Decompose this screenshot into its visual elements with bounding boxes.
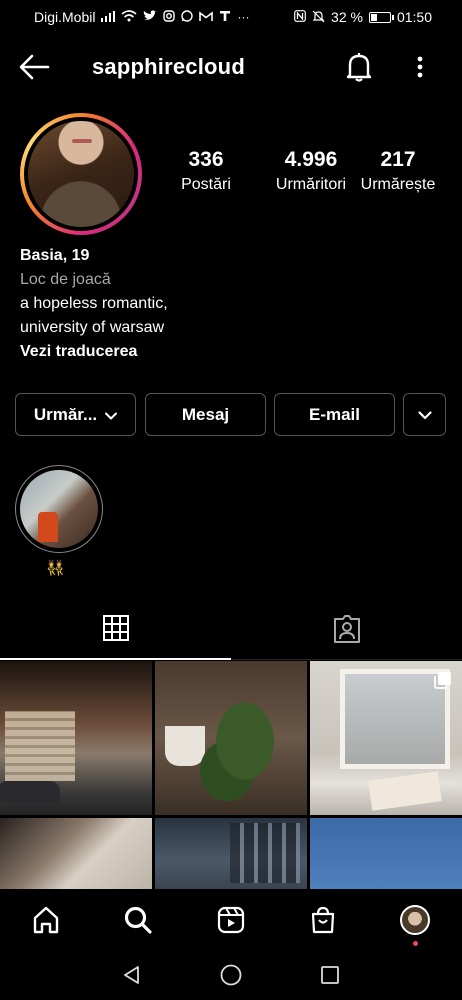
status-bar: Digi.Mobil ··· 32 % 01:50 — [0, 0, 462, 34]
highlight-label[interactable]: 👯 — [46, 559, 65, 577]
gmail-icon — [199, 10, 214, 24]
post-thumbnail[interactable] — [0, 818, 152, 889]
nfc-icon — [294, 10, 306, 24]
bio-line: university of warsaw — [20, 319, 165, 336]
tab-tagged[interactable] — [231, 602, 462, 660]
stat-label: Urmărește — [360, 176, 436, 193]
profile-bio: Basia, 19 Loc de joacă a hopeless romant… — [20, 244, 168, 364]
bell-icon[interactable] — [342, 50, 376, 84]
system-recents-icon[interactable] — [318, 963, 342, 987]
status-left: Digi.Mobil ··· — [34, 9, 249, 25]
mute-icon — [312, 10, 325, 25]
chevron-down-icon — [105, 405, 118, 425]
reels-icon[interactable] — [214, 903, 248, 937]
suggested-accounts-button[interactable] — [403, 393, 446, 436]
stat-label: Urmăritori — [275, 176, 347, 193]
profile-tabs — [0, 602, 462, 660]
story-highlight[interactable] — [15, 465, 103, 553]
grid-icon — [102, 614, 130, 647]
clock: 01:50 — [396, 9, 432, 25]
post-thumbnail[interactable] — [0, 661, 152, 815]
system-back-icon[interactable] — [120, 963, 144, 987]
avatar-photo — [28, 121, 134, 227]
profile-category: Loc de joacă — [20, 271, 111, 288]
stat-label: Postări — [181, 176, 231, 193]
post-thumbnail[interactable] — [155, 818, 307, 889]
followers-count[interactable]: 4.996 Urmăritori — [256, 148, 366, 194]
following-button[interactable]: Urmăr... — [15, 393, 136, 436]
stat-value: 217 — [380, 148, 416, 171]
shop-icon[interactable] — [306, 903, 340, 937]
whatsapp-icon — [181, 10, 194, 24]
bio-line: a hopeless romantic, — [20, 295, 168, 312]
t-app-icon — [219, 10, 231, 24]
instagram-status-icon — [163, 10, 176, 24]
battery-percent: 32 % — [331, 9, 363, 25]
profile-avatar[interactable] — [20, 113, 142, 235]
post-thumbnail[interactable] — [310, 661, 462, 815]
highlight-cover — [20, 470, 98, 548]
post-thumbnail[interactable] — [310, 818, 462, 889]
profile-header: sapphirecloud — [0, 44, 462, 90]
following-button-label: Urmăr... — [33, 404, 98, 424]
more-notifications-icon: ··· — [237, 10, 250, 24]
message-button[interactable]: Mesaj — [145, 393, 266, 436]
avatar-inner — [24, 117, 138, 231]
tagged-icon — [332, 614, 362, 649]
display-name: Basia, 19 — [20, 247, 90, 264]
following-count[interactable]: 217 Urmărește — [352, 148, 444, 194]
home-icon[interactable] — [29, 903, 63, 937]
tab-posts-grid[interactable] — [0, 602, 231, 660]
email-button[interactable]: E-mail — [274, 393, 395, 436]
posts-grid — [0, 661, 462, 889]
system-home-icon[interactable] — [219, 963, 243, 987]
see-translation-link[interactable]: Vezi traducerea — [20, 340, 168, 364]
signal-icon — [101, 10, 116, 24]
battery-icon — [368, 11, 394, 23]
multi-post-icon — [434, 671, 452, 689]
twitter-icon — [143, 10, 158, 24]
bottom-nav — [0, 889, 462, 951]
more-vertical-icon[interactable] — [410, 52, 430, 82]
status-right: 32 % 01:50 — [294, 9, 432, 25]
profile-tab-avatar[interactable] — [398, 903, 432, 937]
stat-value: 336 — [188, 148, 224, 171]
avatar — [400, 905, 430, 935]
system-nav-bar — [0, 951, 462, 1000]
profile-username: sapphirecloud — [92, 54, 245, 79]
wifi-icon — [121, 10, 137, 24]
chevron-down-icon — [417, 405, 432, 425]
notification-dot — [413, 941, 418, 946]
posts-count[interactable]: 336 Postări — [170, 148, 242, 194]
search-icon[interactable] — [121, 903, 155, 937]
carrier-name: Digi.Mobil — [34, 9, 96, 25]
post-thumbnail[interactable] — [155, 661, 307, 815]
back-arrow-icon[interactable] — [18, 53, 52, 81]
stat-value: 4.996 — [284, 148, 338, 171]
